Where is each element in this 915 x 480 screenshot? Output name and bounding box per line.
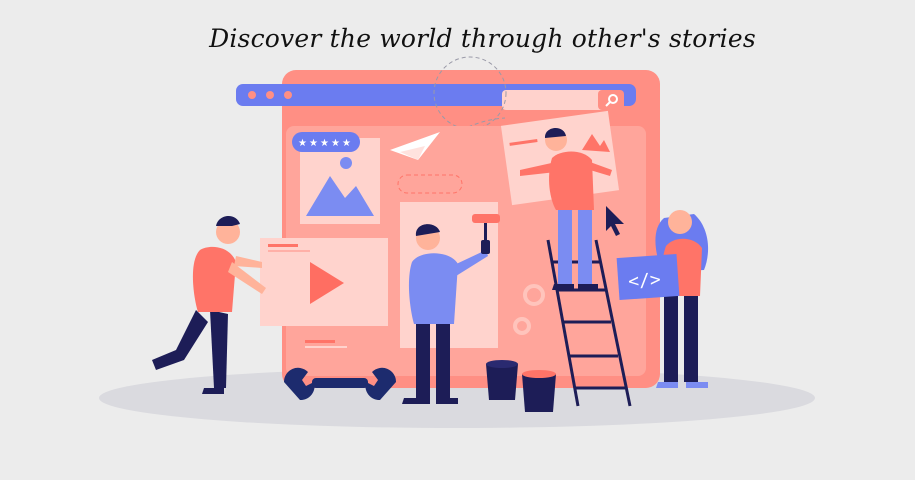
rating-stars: ★ ★ ★ ★ ★: [298, 138, 351, 149]
window-dot-3: [284, 91, 292, 99]
svg-text:★: ★: [342, 138, 351, 149]
code-icon: </>: [628, 269, 662, 292]
video-title-line: [268, 244, 298, 247]
svg-text:★: ★: [331, 138, 340, 149]
card-line-2: [305, 346, 347, 348]
search-button[interactable]: [598, 90, 624, 110]
person-left: [152, 215, 266, 394]
svg-text:★: ★: [320, 138, 329, 149]
card-line-1: [305, 340, 335, 343]
video-subtitle-line: [268, 250, 310, 252]
svg-text:★: ★: [309, 138, 318, 149]
paint-bucket-1: [486, 360, 518, 400]
illustration: ★ ★ ★ ★ ★ </>: [99, 56, 815, 428]
window-dot-1: [248, 91, 256, 99]
search-input[interactable]: [502, 90, 606, 110]
window-dot-2: [266, 91, 274, 99]
person-right: [655, 210, 709, 388]
svg-text:★: ★: [298, 138, 307, 149]
paint-bucket-2: [522, 370, 556, 412]
